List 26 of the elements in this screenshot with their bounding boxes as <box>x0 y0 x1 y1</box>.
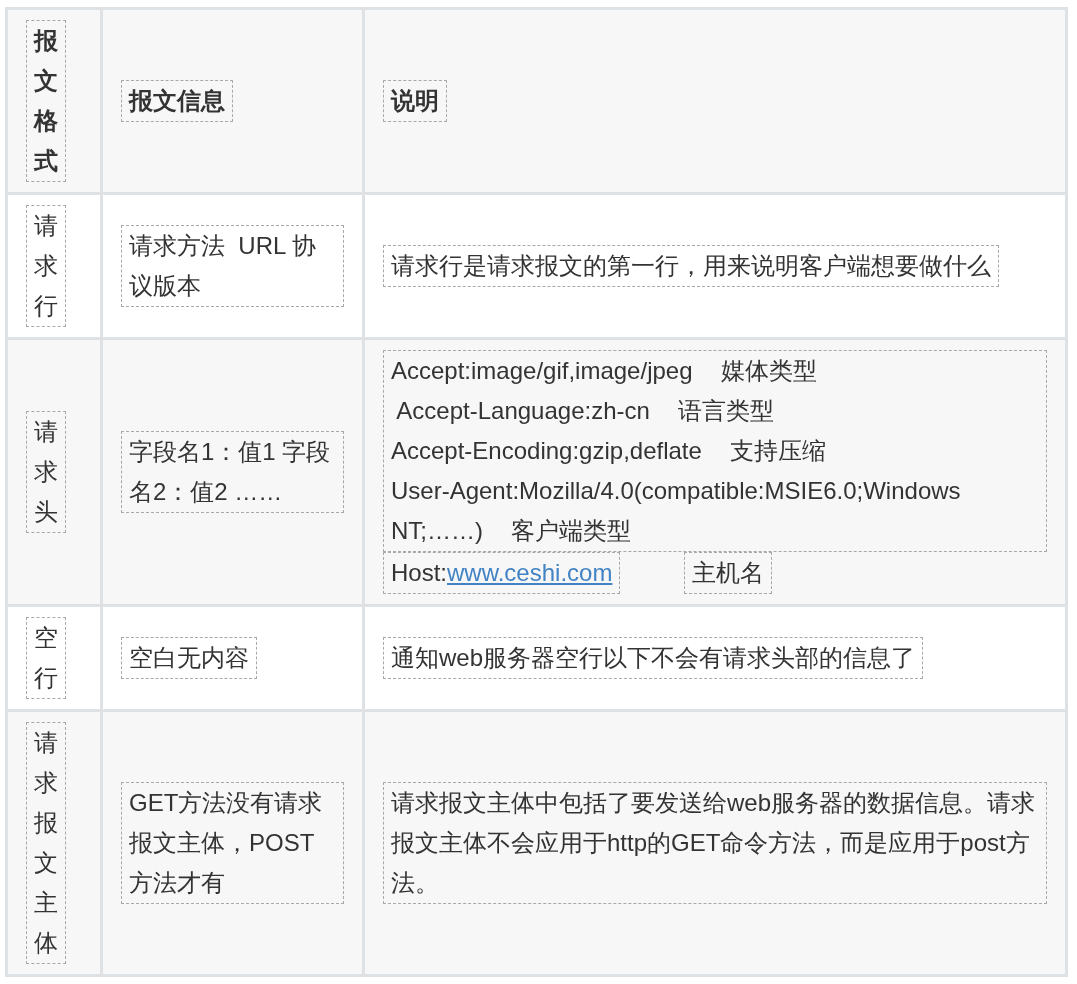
header-field: User-Agent:Mozilla/4.0(compatible:MSIE6.0;Windows <box>391 471 961 511</box>
row-label: 空行 <box>26 617 66 699</box>
hostname-note: 主机名 <box>684 552 773 594</box>
header-field: Accept-Language:zh-cn <box>391 391 650 431</box>
column-header: 报文信息 <box>121 80 233 122</box>
header-note: 媒体类型 <box>720 356 817 386</box>
description-text: 通知web服务器空行以下不会有请求头部的信息了 <box>383 637 924 679</box>
cell-text: 字段名1：值1 字段名2：值2 …… <box>121 431 344 513</box>
header-field: Accept:image/gif,image/jpeg <box>391 351 693 391</box>
row-label: 请求报文主体 <box>26 722 66 964</box>
header-note: 客户端类型 <box>511 516 631 546</box>
column-header: 说明 <box>383 80 447 122</box>
cell-text: GET方法没有请求报文主体，POST方法才有 <box>121 782 344 904</box>
header-field: Accept-Encoding:gzip,deflate <box>391 431 702 471</box>
cell-text: 请求方法 URL 协议版本 <box>121 225 344 307</box>
host-link[interactable]: www.ceshi.com <box>447 559 613 586</box>
header-note: 语言类型 <box>677 396 774 426</box>
column-header: 报文格式 <box>26 20 66 182</box>
header-note: 支持压缩 <box>729 436 826 466</box>
header-field: NT;……) <box>391 511 483 551</box>
cell-text: 空白无内容 <box>121 637 257 679</box>
description-text: 请求报文主体中包括了要发送给web服务器的数据信息。请求报文主体不会应用于http的GET命令方法，而是应用于post方法。 <box>383 782 1047 904</box>
row-label: 请求行 <box>26 205 66 327</box>
description-text: 请求行是请求报文的第一行，用来说明客户端想要做什么 <box>383 245 999 287</box>
host-text: Host:www.ceshi.com <box>383 552 621 594</box>
row-label: 请求头 <box>26 411 66 533</box>
